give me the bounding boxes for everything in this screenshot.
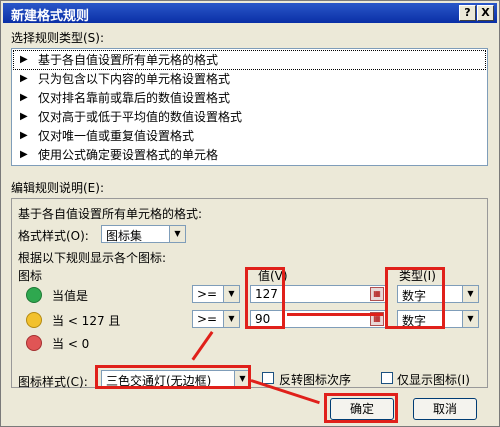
annotation-arrow-line [287,313,383,316]
triangle-right-icon: ▶ [20,111,28,122]
green-circle-icon [26,287,42,303]
row2-operator-dropdown[interactable]: >= ▼ [192,310,240,328]
rule-heading: 基于各自值设置所有单元格的格式: [18,207,203,221]
icon-style-label: 图标样式(C): [18,375,88,389]
show-icon-only-checkbox[interactable] [381,372,393,384]
chevron-down-icon[interactable]: ▼ [223,311,239,327]
title-bar: 新建格式规则 ? X [3,3,497,24]
chevron-down-icon[interactable]: ▼ [462,286,478,302]
annotation-box-types [385,267,445,329]
show-icon-only-label: 仅显示图标(I) [397,373,470,387]
row1-operator-dropdown[interactable]: >= ▼ [192,285,240,303]
rule-type-item-5[interactable]: ▶ 仅对唯一值或重复值设置格式 [14,127,485,145]
chevron-down-icon[interactable]: ▼ [462,311,478,327]
rule-type-item-1[interactable]: ▶ 基于各自值设置所有单元格的格式 [13,50,486,70]
chevron-down-icon[interactable]: ▼ [169,226,185,242]
triangle-right-icon: ▶ [20,130,28,141]
range-select-icon[interactable]: ▦ [370,287,384,301]
close-button[interactable]: X [477,5,494,21]
chevron-down-icon[interactable]: ▼ [223,286,239,302]
dialog-title: 新建格式规则 [11,9,90,24]
triangle-right-icon: ▶ [20,73,28,84]
rule-type-label: 选择规则类型(S): [11,31,105,45]
row3-condition-text: 当 < 0 [52,337,90,351]
red-circle-icon [26,335,42,351]
annotation-box-values [245,267,285,329]
triangle-right-icon: ▶ [20,92,28,103]
rule-type-item-6[interactable]: ▶ 使用公式确定要设置格式的单元格 [14,146,485,164]
triangle-right-icon: ▶ [20,149,28,160]
edit-rule-label: 编辑规则说明(E): [11,181,104,195]
row1-condition-text: 当值是 [52,289,89,303]
triangle-right-icon: ▶ [20,54,28,65]
rule-type-item-2[interactable]: ▶ 只为包含以下内容的单元格设置格式 [14,70,485,88]
reverse-order-label: 反转图标次序 [279,373,352,387]
rule-caption: 根据以下规则显示各个图标: [18,251,167,265]
rule-type-item-3[interactable]: ▶ 仅对排名靠前或靠后的数值设置格式 [14,89,485,107]
row2-condition-text: 当 < 127 且 [52,314,121,328]
new-format-rule-dialog: 新建格式规则 ? X 选择规则类型(S): ▶ 基于各自值设置所有单元格的格式 … [0,0,500,427]
help-button[interactable]: ? [459,5,476,21]
rule-type-list[interactable]: ▶ 基于各自值设置所有单元格的格式 ▶ 只为包含以下内容的单元格设置格式 ▶ 仅… [11,48,488,166]
annotation-box-ok [324,393,398,423]
format-style-label: 格式样式(O): [18,229,89,243]
yellow-circle-icon [26,312,42,328]
rule-type-item-4[interactable]: ▶ 仅对高于或低于平均值的数值设置格式 [14,108,485,126]
icon-column-header: 图标 [18,269,43,283]
cancel-button[interactable]: 取消 [413,398,477,420]
annotation-box-icon-style [95,365,251,389]
format-style-dropdown[interactable]: 图标集 ▼ [101,225,186,243]
